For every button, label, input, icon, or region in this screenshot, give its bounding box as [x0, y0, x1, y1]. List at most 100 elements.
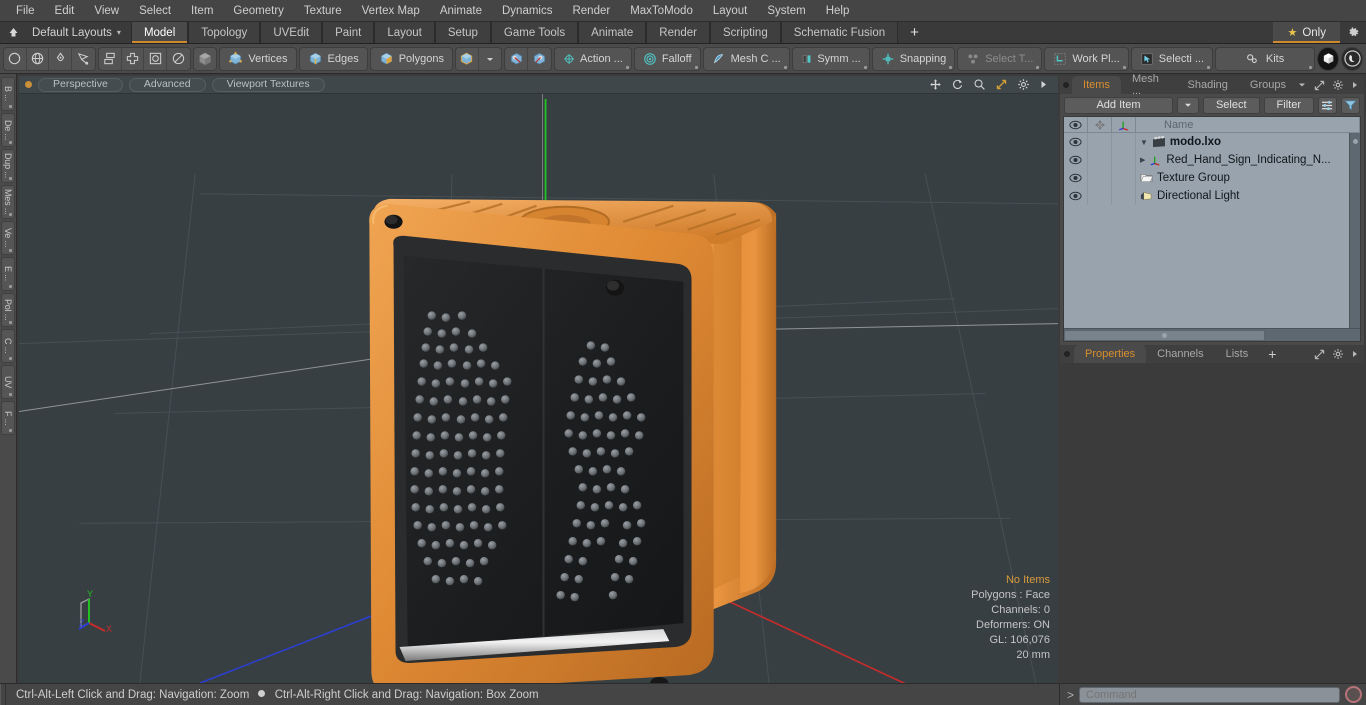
popout-icon[interactable] [1314, 349, 1325, 360]
popout-icon[interactable] [1314, 80, 1325, 91]
material-cube-icon[interactable] [456, 47, 479, 71]
menu-item-vertex-map[interactable]: Vertex Map [352, 0, 430, 22]
eye-icon[interactable] [1064, 151, 1088, 169]
add-item-dropdown[interactable] [1177, 97, 1199, 114]
transform-column-header[interactable] [1112, 117, 1136, 132]
snapping-button[interactable]: Snapping [872, 47, 956, 71]
chevron-down-icon[interactable] [1297, 80, 1307, 90]
panel-arrow-icon[interactable] [1351, 80, 1359, 90]
sidebar-tab-duplicate[interactable]: Dup ... [1, 149, 15, 183]
menu-item-layout[interactable]: Layout [703, 0, 758, 22]
tab-topology[interactable]: Topology [188, 22, 260, 43]
tab-groups[interactable]: Groups [1239, 76, 1297, 94]
lock-cell[interactable] [1088, 133, 1112, 151]
add-item-button[interactable]: Add Item [1064, 97, 1173, 114]
gear-icon[interactable] [1340, 22, 1366, 43]
list-options-icon[interactable] [1318, 97, 1337, 114]
home-icon[interactable] [0, 22, 26, 43]
fit-icon[interactable] [995, 78, 1008, 91]
add-panel-tab[interactable]: + [1259, 345, 1285, 363]
sidebar-tab-mesh[interactable]: Mes ... [1, 185, 15, 219]
sidebar-tab-uv[interactable]: UV [1, 365, 15, 399]
funnel-icon[interactable] [1341, 97, 1360, 114]
tab-model[interactable]: Model [131, 22, 188, 43]
menu-item-edit[interactable]: Edit [45, 0, 85, 22]
menu-item-file[interactable]: File [6, 0, 45, 22]
sidebar-tab-fusion[interactable]: F ... [1, 401, 15, 435]
viewport-3d[interactable]: Y X Z No Items Polygons : Face Channels:… [19, 94, 1058, 683]
tab-paint[interactable]: Paint [322, 22, 374, 43]
selection-sets-button[interactable]: Selecti ... [1131, 47, 1213, 71]
chevron-down-icon[interactable] [479, 47, 502, 71]
sidebar-tab-deform[interactable]: De ... [1, 113, 15, 147]
work-plane-button[interactable]: Work Pl... [1044, 47, 1128, 71]
menu-item-view[interactable]: View [84, 0, 129, 22]
command-input[interactable] [1079, 687, 1340, 703]
menu-item-maxtomodo[interactable]: MaxToModo [620, 0, 703, 22]
sidebar-tab-vertex[interactable]: Ve ... [1, 221, 15, 255]
panel-gear-icon[interactable] [1332, 348, 1344, 360]
symmetry-button[interactable]: Symm ... [792, 47, 870, 71]
panel-arrow-icon[interactable] [1351, 349, 1359, 359]
modo-logo-icon[interactable] [1317, 47, 1339, 71]
viewport-textures-button[interactable]: Viewport Textures [212, 78, 325, 92]
lock-cell[interactable] [1088, 187, 1112, 205]
sidebar-tab-curve[interactable]: C ... [1, 329, 15, 363]
tab-animate[interactable]: Animate [578, 22, 646, 43]
lock-cell[interactable] [1088, 169, 1112, 187]
item-tree[interactable]: Name ▼ modo.lxo [1063, 116, 1361, 342]
viewport-shading-button[interactable]: Advanced [129, 78, 206, 92]
tab-channels[interactable]: Channels [1146, 345, 1214, 363]
eye-icon[interactable] [1064, 187, 1088, 205]
viewport-projection-button[interactable]: Perspective [38, 78, 123, 92]
only-toggle-button[interactable]: ★ Only [1273, 22, 1340, 43]
scrollbar-thumb[interactable] [1064, 330, 1265, 341]
draw-pen-icon[interactable] [72, 47, 95, 71]
menu-item-select[interactable]: Select [129, 0, 181, 22]
falloff-button[interactable]: Falloff [634, 47, 701, 71]
tab-lists[interactable]: Lists [1215, 345, 1260, 363]
viewport-gear-icon[interactable] [1017, 78, 1030, 91]
array-icon[interactable] [99, 47, 122, 71]
tab-shading[interactable]: Shading [1177, 76, 1239, 94]
tab-properties[interactable]: Properties [1074, 345, 1146, 363]
action-center-button[interactable]: Action ... [554, 47, 632, 71]
rotate-icon[interactable] [951, 78, 964, 91]
menu-item-render[interactable]: Render [562, 0, 620, 22]
kits-button[interactable]: Kits [1215, 47, 1315, 71]
transform-cell[interactable] [1112, 151, 1136, 169]
name-column-header[interactable]: Name [1136, 117, 1360, 132]
tree-vertical-scrollbar[interactable] [1349, 133, 1360, 328]
panel-gear-icon[interactable] [1332, 79, 1344, 91]
sidebar-tab-basic[interactable]: B ... [1, 77, 15, 111]
table-row[interactable]: ▼ modo.lxo [1064, 133, 1360, 151]
sidebar-tab-edge[interactable]: E ... [1, 257, 15, 291]
table-row[interactable]: Texture Group [1064, 169, 1360, 187]
pan-icon[interactable] [929, 78, 942, 91]
tab-layout[interactable]: Layout [374, 22, 435, 43]
tab-scripting[interactable]: Scripting [710, 22, 781, 43]
pivot-cube-icon[interactable] [505, 47, 528, 71]
lock-cell[interactable] [1088, 151, 1112, 169]
table-row[interactable]: ▶ Red_Hand_Sign_Indicating_N... [1064, 151, 1360, 169]
filter-button[interactable]: Filter [1264, 97, 1314, 114]
vertices-mode-button[interactable]: Vertices [219, 47, 296, 71]
edges-mode-button[interactable]: Edges [299, 47, 368, 71]
menu-item-system[interactable]: System [757, 0, 815, 22]
tab-setup[interactable]: Setup [435, 22, 491, 43]
menu-item-texture[interactable]: Texture [294, 0, 352, 22]
select-through-button[interactable]: Select T... [957, 47, 1042, 71]
tree-item-scene[interactable]: ▼ modo.lxo [1136, 133, 1360, 151]
tree-horizontal-scrollbar[interactable] [1064, 328, 1360, 341]
tab-render[interactable]: Render [646, 22, 710, 43]
center-box-icon[interactable] [144, 47, 167, 71]
record-icon[interactable] [1345, 686, 1362, 703]
sidebar-tab-polygon[interactable]: Pol ... [1, 293, 15, 327]
move-cross-icon[interactable] [122, 47, 145, 71]
lock-column-header[interactable] [1088, 117, 1112, 132]
tab-items[interactable]: Items [1072, 76, 1121, 94]
menu-item-help[interactable]: Help [816, 0, 860, 22]
tab-game-tools[interactable]: Game Tools [491, 22, 578, 43]
unreal-logo-icon[interactable] [1341, 47, 1363, 71]
gray-cube-icon[interactable] [194, 47, 217, 71]
